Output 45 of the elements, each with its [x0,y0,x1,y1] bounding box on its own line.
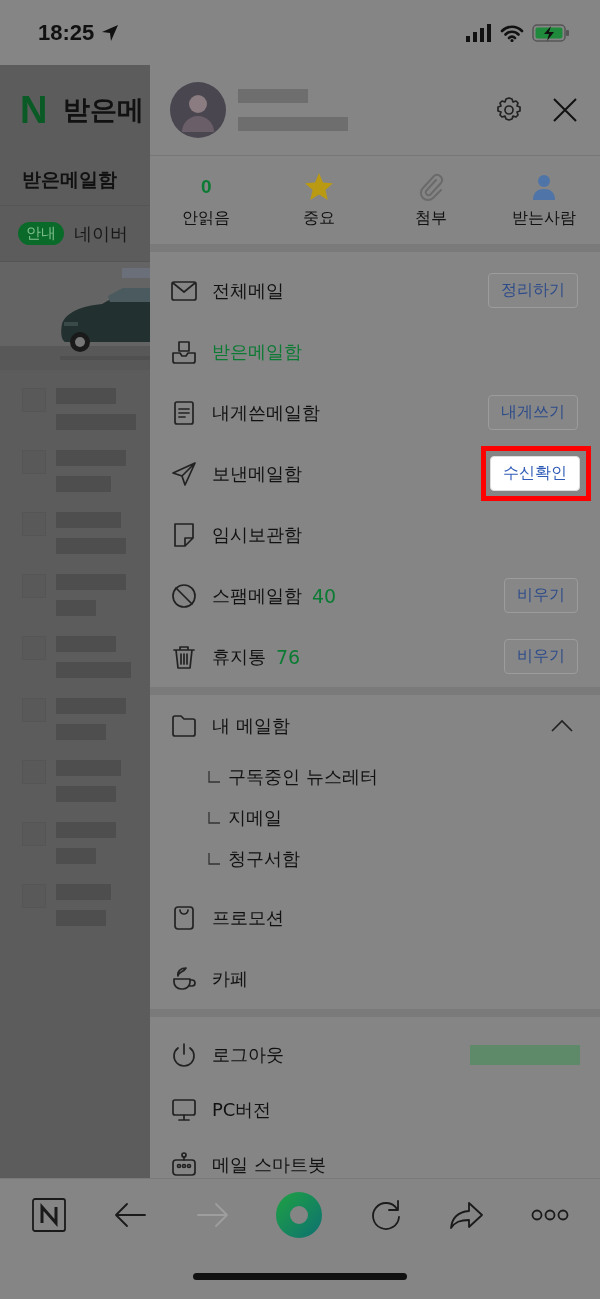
folder-count: 76 [276,645,301,668]
filter-label[interactable]: 첨부 [415,207,448,229]
folder-item[interactable]: 내게쓴메일함 [212,400,320,425]
more-icon[interactable] [531,1208,570,1222]
coffee-cup-icon [170,964,198,993]
filter-label[interactable]: 안읽음 [182,207,231,229]
location-arrow-icon [100,22,121,43]
branch-icon [208,852,220,865]
folder-item[interactable]: 전체메일 [212,278,284,303]
chevron-up-icon[interactable] [550,718,574,733]
subfolder-item[interactable]: 청구서함 [228,846,300,871]
branch-icon [208,770,220,783]
power-icon [170,1040,198,1069]
folder-item[interactable]: 휴지통 [212,644,266,669]
clock-time: 18:25 [38,19,95,46]
battery-charging-icon [532,22,570,43]
notice-text[interactable]: 네이버 [74,221,128,246]
avatar [170,82,226,138]
page-title: 받은메 [63,93,145,127]
notice-badge: 안내 [18,222,64,245]
folder-count: 40 [312,584,337,607]
paper-plane-icon [170,459,198,488]
close-icon[interactable] [552,97,578,123]
subfolder-item[interactable]: 지메일 [228,805,282,830]
folder-item[interactable]: 임시보관함 [212,522,302,547]
mailbox-tab[interactable]: 받은메일함 [22,167,117,193]
menu-item[interactable]: 로그아웃 [212,1042,284,1067]
prohibited-icon [170,581,198,610]
menu-item[interactable]: PC버전 [212,1097,272,1122]
folder-item[interactable]: 내 메일함 [212,713,290,738]
filter-label[interactable]: 중요 [302,207,335,229]
menu-item[interactable]: 프로모션 [212,905,284,930]
folder-item[interactable]: 스팸메일함 [212,583,302,608]
menu-item[interactable]: 메일 스마트봇 [212,1152,326,1177]
folder-action-button[interactable]: 수신확인 [490,456,580,491]
robot-icon [170,1150,198,1178]
menu-item[interactable]: 카페 [212,966,248,991]
naver-home-icon[interactable] [30,1197,67,1233]
branch-icon [208,811,220,824]
folder-item[interactable]: 보낸메일함 [212,461,302,486]
subfolder-item[interactable]: 구독중인 뉴스레터 [228,764,378,789]
star-icon[interactable] [303,171,334,202]
wifi-icon [500,23,524,42]
signal-icon [466,23,492,42]
filter-label[interactable]: 받는사람 [511,207,576,229]
